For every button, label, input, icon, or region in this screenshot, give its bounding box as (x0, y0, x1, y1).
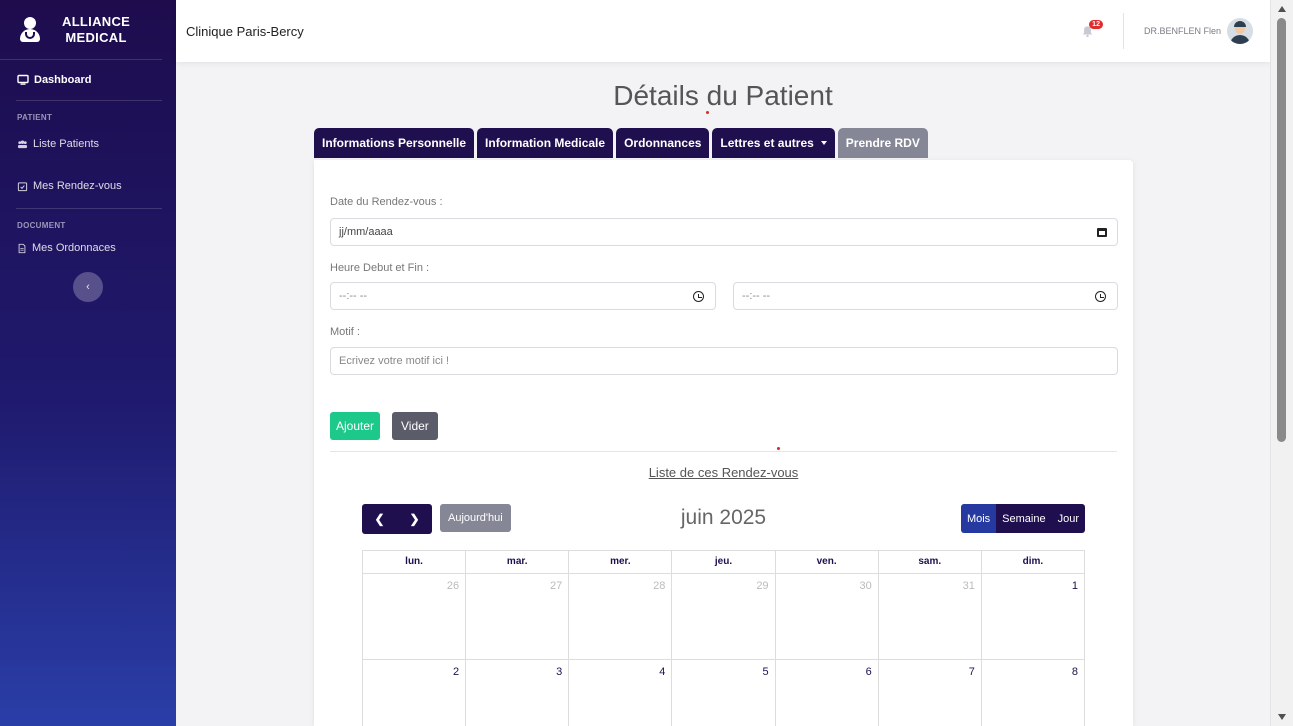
divider (330, 451, 1117, 452)
clear-button[interactable]: Vider (392, 412, 438, 440)
weekday-header-cell: mar. (466, 551, 570, 574)
notifications-button[interactable]: 12 (1077, 20, 1103, 42)
add-button[interactable]: Ajouter (330, 412, 381, 440)
calendar-day-cell[interactable]: 26 (363, 574, 467, 660)
calendar-day-cell[interactable]: 31 (878, 574, 982, 660)
sidebar-heading-patient: PATIENT (17, 113, 53, 122)
scroll-thumb[interactable] (1277, 18, 1286, 442)
appointment-card: Date du Rendez-vous : jj/mm/aaaa Heure D… (314, 160, 1133, 726)
sidebar-item-label: Mes Ordonnaces (32, 242, 116, 254)
sidebar-item-liste-patients[interactable]: Liste Patients (0, 128, 176, 160)
motif-input[interactable]: Ecrivez votre motif ici ! (330, 347, 1118, 375)
calendar-day-cell[interactable]: 28 (569, 574, 673, 660)
topbar: Clinique Paris-Bercy 12 DR.BENFLEN Flen (176, 0, 1270, 62)
avatar[interactable] (1227, 18, 1253, 44)
weekday-header-cell: dim. (981, 551, 1085, 574)
calendar-day-cell[interactable]: 5 (672, 660, 776, 726)
calendar-view-switcher: Mois Semaine Jour (960, 504, 1085, 533)
tab-ordonnances[interactable]: Ordonnances (616, 128, 710, 158)
tab-lettres-et-autres[interactable]: Lettres et autres (712, 128, 835, 158)
caret-down-icon (820, 141, 827, 145)
calendar-day-cell[interactable]: 30 (775, 574, 879, 660)
time-end-placeholder: --:-- -- (742, 290, 771, 302)
sidebar: ALLIANCE MEDICAL Dashboard PATIENT Liste… (0, 0, 176, 726)
file-icon (18, 243, 26, 253)
brand[interactable]: ALLIANCE MEDICAL (0, 0, 162, 60)
calendar-day-cell[interactable]: 1 (981, 574, 1085, 660)
sidebar-item-label: Liste Patients (33, 138, 100, 150)
clinic-name: Clinique Paris-Bercy (186, 23, 304, 39)
weekday-header-cell: sam. (878, 551, 982, 574)
red-dot-marker (777, 447, 780, 450)
view-month-button[interactable]: Mois (960, 504, 997, 533)
monitor-icon (17, 74, 29, 85)
time-end-input[interactable]: --:-- -- (733, 282, 1118, 310)
calendar-day-cell[interactable]: 7 (879, 660, 982, 726)
calendar-day-cell[interactable]: 4 (569, 660, 673, 726)
calendar-day-cell[interactable]: 27 (466, 574, 570, 660)
sidebar-item-mes-ordonnances[interactable]: Mes Ordonnaces (0, 236, 176, 260)
sidebar-heading-document: DOCUMENT (17, 221, 66, 230)
weekday-header-cell: jeu. (672, 551, 776, 574)
sidebar-item-label: Mes Rendez-vous (33, 180, 122, 192)
weekday-header: lun. mar. mer. jeu. ven. sam. dim. (363, 551, 1085, 574)
rdv-list-title: Liste de ces Rendez-vous (648, 465, 799, 480)
motif-label: Motif : (330, 326, 360, 338)
calendar-day-cell[interactable]: 2 (363, 660, 467, 726)
tab-prendre-rdv[interactable]: Prendre RDV (837, 128, 928, 158)
date-input[interactable]: jj/mm/aaaa (330, 218, 1118, 246)
page-scrollbar[interactable] (1270, 0, 1293, 726)
weekday-header-cell: ven. (775, 551, 879, 574)
clock-icon[interactable] (693, 291, 704, 302)
chevron-left-icon: ‹ (86, 281, 90, 293)
calendar-day-cell[interactable]: 29 (672, 574, 776, 660)
view-day-button[interactable]: Jour (1051, 504, 1085, 533)
clock-icon[interactable] (1095, 291, 1106, 302)
sidebar-item-mes-rendez-vous[interactable]: Mes Rendez-vous (0, 170, 176, 202)
time-start-placeholder: --:-- -- (339, 290, 368, 302)
patient-tabs: Informations Personnelle Information Med… (314, 128, 931, 158)
users-icon (17, 139, 28, 148)
scroll-down-arrow-icon[interactable] (1278, 714, 1286, 720)
calendar-day-cell[interactable]: 8 (982, 660, 1085, 726)
brand-name: ALLIANCE MEDICAL (62, 13, 131, 45)
sidebar-item-label: Dashboard (34, 74, 92, 86)
tab-informations-personnelle[interactable]: Informations Personnelle (314, 128, 475, 158)
calendar-day-cell[interactable]: 3 (466, 660, 570, 726)
tab-label: Lettres et autres (720, 136, 814, 150)
date-label: Date du Rendez-vous : (330, 196, 443, 208)
notification-badge: 12 (1089, 20, 1103, 29)
calendar-day-cell[interactable]: 6 (776, 660, 879, 726)
calendar-grid: lun. mar. mer. jeu. ven. sam. dim. 26 27… (362, 550, 1085, 726)
sidebar-item-dashboard[interactable]: Dashboard (0, 60, 176, 100)
calendar-check-icon (17, 181, 28, 191)
page-title: Détails du Patient (613, 80, 833, 111)
topbar-divider (1122, 13, 1124, 49)
time-label: Heure Debut et Fin : (330, 262, 430, 274)
date-placeholder: jj/mm/aaaa (339, 226, 393, 238)
red-dot-marker (706, 111, 709, 114)
motif-placeholder: Ecrivez votre motif ici ! (339, 355, 450, 367)
sidebar-toggle-button[interactable]: ‹ (73, 272, 103, 302)
time-start-input[interactable]: --:-- -- (330, 282, 716, 310)
calendar-icon[interactable] (1097, 228, 1107, 237)
doctor-logo-icon (18, 15, 42, 45)
calendar-week-row: 2 3 4 5 6 7 8 (363, 660, 1085, 726)
view-week-button[interactable]: Semaine (996, 504, 1052, 533)
scroll-up-arrow-icon[interactable] (1278, 6, 1286, 12)
rdv-list-title-link[interactable]: Liste de ces Rendez-vous (314, 465, 1133, 480)
tab-information-medicale[interactable]: Information Medicale (477, 128, 614, 158)
weekday-header-cell: lun. (363, 551, 467, 574)
user-name[interactable]: DR.BENFLEN Flen (1144, 26, 1221, 36)
calendar-week-row: 26 27 28 29 30 31 1 (363, 574, 1085, 660)
weekday-header-cell: mer. (569, 551, 673, 574)
